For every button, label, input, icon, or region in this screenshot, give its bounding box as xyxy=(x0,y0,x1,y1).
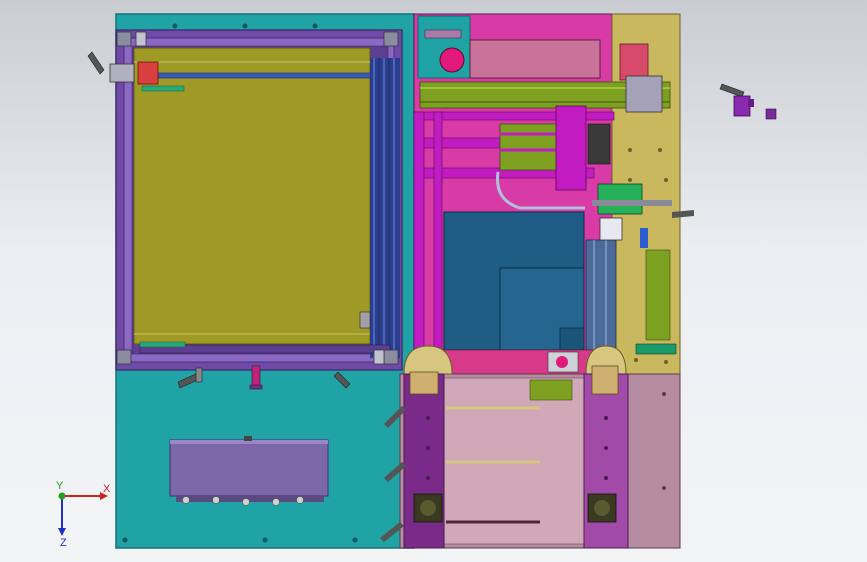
machine-area xyxy=(413,13,694,375)
triad-x-label: X xyxy=(103,483,111,495)
triad-y-label: Y xyxy=(56,480,64,492)
right-lift-arm xyxy=(583,345,629,549)
cad-viewport[interactable]: X Y Z xyxy=(0,0,867,562)
side-rail-bundle xyxy=(370,58,400,358)
loose-clamp-part xyxy=(719,83,777,120)
triad-z-label: Z xyxy=(60,537,67,549)
viewing-window xyxy=(133,47,400,358)
coordinate-triad: X Y Z xyxy=(56,480,111,549)
assembly-drawing: X Y Z xyxy=(56,13,777,549)
control-box xyxy=(169,436,329,506)
